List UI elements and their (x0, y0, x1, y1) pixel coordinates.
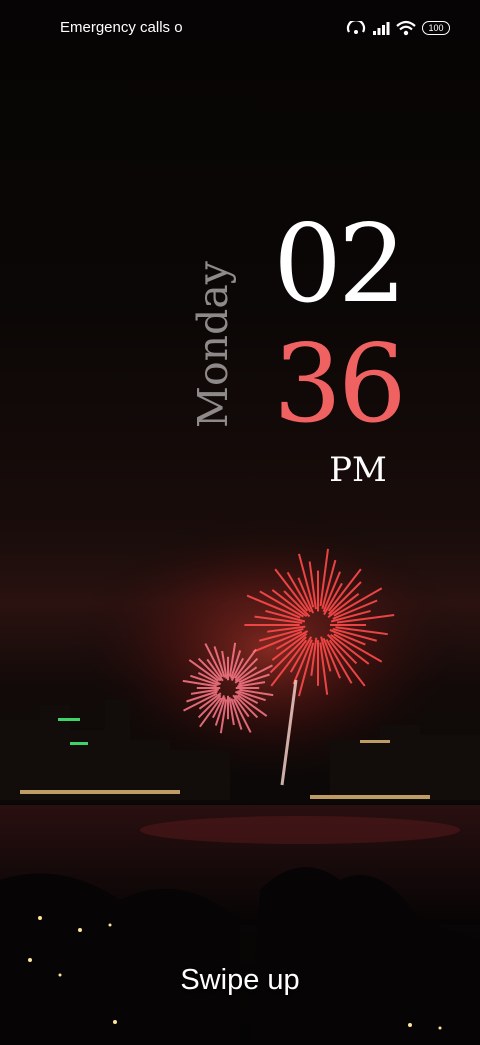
clock-hour: 02 (273, 202, 406, 327)
lockscreen-clock: Monday 02 36 PM (0, 0, 480, 520)
clock-ampm: PM (329, 450, 387, 490)
weekday-label: Monday (189, 261, 237, 428)
clock-minute: 36 (273, 322, 406, 447)
swipe-up-hint[interactable]: Swipe up (140, 958, 340, 1002)
